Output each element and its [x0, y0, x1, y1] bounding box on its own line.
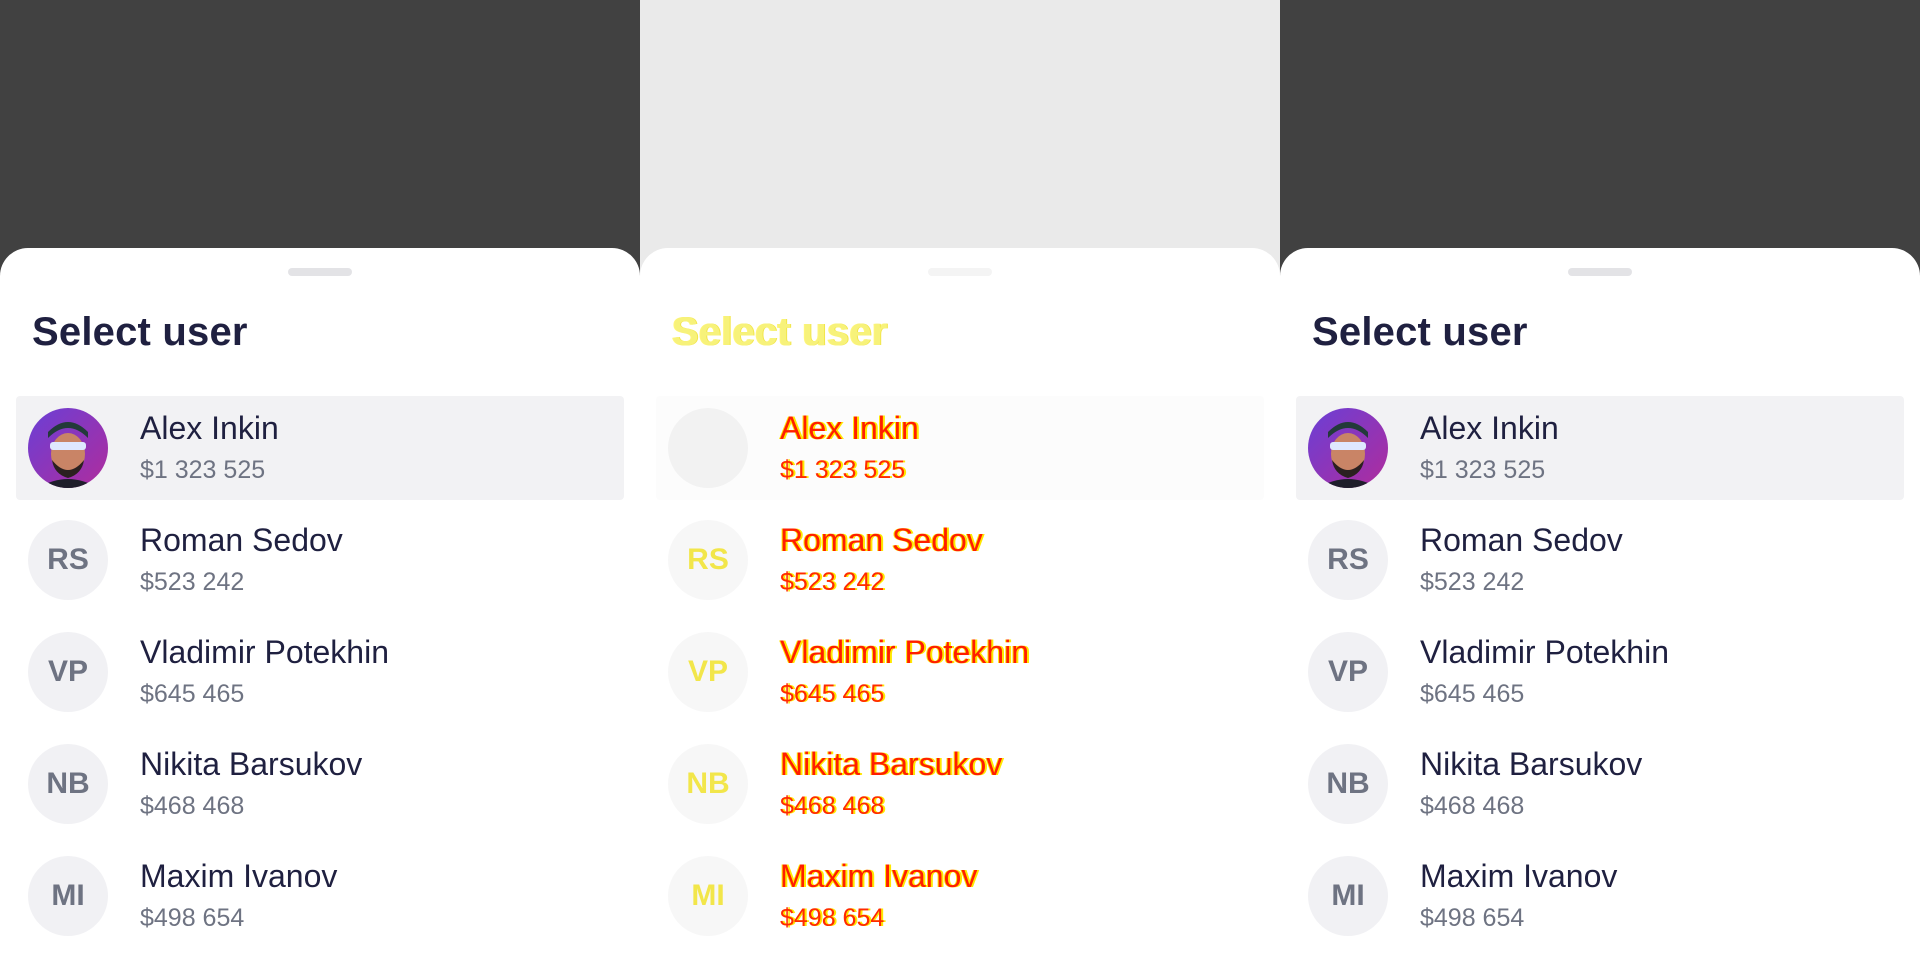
user-balance: $498 654 [1420, 904, 1525, 932]
user-row-roman-sedov[interactable]: RS Roman Sedov $523 242 [1280, 508, 1920, 620]
user-name: Alex Inkin [1420, 410, 1559, 446]
user-balance: $523 242 [780, 568, 885, 596]
user-row-maxim-ivanov[interactable]: MI Maxim Ivanov $498 654 [640, 844, 1280, 956]
initials-avatar: NB [1308, 744, 1388, 824]
initials-avatar: MI [1308, 856, 1388, 936]
user-name: Nikita Barsukov [780, 746, 1003, 782]
user-balance: $468 468 [140, 792, 245, 820]
sheet-drag-handle[interactable] [1568, 268, 1632, 276]
initials-avatar: RS [1308, 520, 1388, 600]
user-photo-avatar [28, 408, 108, 488]
user-row-alex-inkin[interactable]: Alex Inkin $1 323 525 [0, 396, 640, 508]
user-balance: $645 465 [780, 680, 885, 708]
initials-avatar: RS [668, 520, 748, 600]
user-row-nikita-barsukov[interactable]: NB Nikita Barsukov $468 468 [640, 732, 1280, 844]
user-row-vladimir-potekhin[interactable]: VP Vladimir Potekhin $645 465 [0, 620, 640, 732]
initials-avatar: VP [28, 632, 108, 712]
user-row-roman-sedov[interactable]: RS Roman Sedov $523 242 [640, 508, 1280, 620]
sheet-title: Select user [1312, 310, 1528, 354]
user-balance: $498 654 [140, 904, 245, 932]
user-name: Roman Sedov [780, 522, 983, 558]
panel-right: Select user Alex Inkin $1 323 525 RS Rom… [1280, 0, 1920, 960]
user-list: Alex Inkin $1 323 525 RS Roman Sedov $52… [0, 396, 640, 956]
sheet-drag-handle[interactable] [288, 268, 352, 276]
initials-avatar: MI [28, 856, 108, 936]
user-name: Vladimir Potekhin [780, 634, 1029, 670]
sheet-drag-handle[interactable] [928, 268, 992, 276]
dimmed-backdrop[interactable] [1280, 0, 1920, 280]
user-name: Alex Inkin [140, 410, 279, 446]
user-balance: $523 242 [1420, 568, 1525, 596]
user-balance: $523 242 [140, 568, 245, 596]
user-photo-avatar [668, 408, 748, 488]
initials-avatar: RS [28, 520, 108, 600]
user-name: Vladimir Potekhin [140, 634, 389, 670]
user-row-roman-sedov[interactable]: RS Roman Sedov $523 242 [0, 508, 640, 620]
select-user-sheet: Select user Alex Inkin $1 323 525 RS Rom… [640, 248, 1280, 960]
user-list: Alex Inkin $1 323 525 RS Roman Sedov $52… [1280, 396, 1920, 956]
user-row-vladimir-potekhin[interactable]: VP Vladimir Potekhin $645 465 [1280, 620, 1920, 732]
user-name: Roman Sedov [1420, 522, 1623, 558]
initials-avatar: VP [1308, 632, 1388, 712]
user-row-maxim-ivanov[interactable]: MI Maxim Ivanov $498 654 [0, 844, 640, 956]
user-photo-avatar [1308, 408, 1388, 488]
panel-left: Select user Alex Inkin $1 323 525 RS Rom… [0, 0, 640, 960]
user-row-alex-inkin[interactable]: Alex Inkin $1 323 525 [1280, 396, 1920, 508]
initials-avatar: VP [668, 632, 748, 712]
user-row-nikita-barsukov[interactable]: NB Nikita Barsukov $468 468 [0, 732, 640, 844]
user-balance: $1 323 525 [140, 456, 266, 484]
user-balance: $645 465 [140, 680, 245, 708]
user-balance: $645 465 [1420, 680, 1525, 708]
initials-avatar: NB [28, 744, 108, 824]
select-user-sheet: Select user Alex Inkin $1 323 525 RS Rom… [0, 248, 640, 960]
user-list: Alex Inkin $1 323 525 RS Roman Sedov $52… [640, 396, 1280, 956]
user-name: Maxim Ivanov [140, 858, 338, 894]
user-balance: $468 468 [780, 792, 885, 820]
user-name: Maxim Ivanov [1420, 858, 1618, 894]
dimmed-backdrop[interactable] [0, 0, 640, 280]
dimmed-backdrop[interactable] [640, 0, 1280, 280]
user-row-maxim-ivanov[interactable]: MI Maxim Ivanov $498 654 [1280, 844, 1920, 956]
user-name: Alex Inkin [780, 410, 919, 446]
initials-avatar: NB [668, 744, 748, 824]
user-balance: $1 323 525 [1420, 456, 1546, 484]
user-name: Maxim Ivanov [780, 858, 978, 894]
sheet-title: Select user [672, 310, 888, 354]
initials-avatar: MI [668, 856, 748, 936]
user-balance: $1 323 525 [780, 456, 906, 484]
user-balance: $498 654 [780, 904, 885, 932]
user-name: Nikita Barsukov [140, 746, 363, 782]
select-user-sheet: Select user Alex Inkin $1 323 525 RS Rom… [1280, 248, 1920, 960]
panel-middle: Select user Alex Inkin $1 323 525 RS Rom… [640, 0, 1280, 960]
user-balance: $468 468 [1420, 792, 1525, 820]
user-name: Nikita Barsukov [1420, 746, 1643, 782]
sheet-title: Select user [32, 310, 248, 354]
user-row-vladimir-potekhin[interactable]: VP Vladimir Potekhin $645 465 [640, 620, 1280, 732]
user-row-alex-inkin[interactable]: Alex Inkin $1 323 525 [640, 396, 1280, 508]
user-name: Vladimir Potekhin [1420, 634, 1669, 670]
user-row-nikita-barsukov[interactable]: NB Nikita Barsukov $468 468 [1280, 732, 1920, 844]
user-name: Roman Sedov [140, 522, 343, 558]
